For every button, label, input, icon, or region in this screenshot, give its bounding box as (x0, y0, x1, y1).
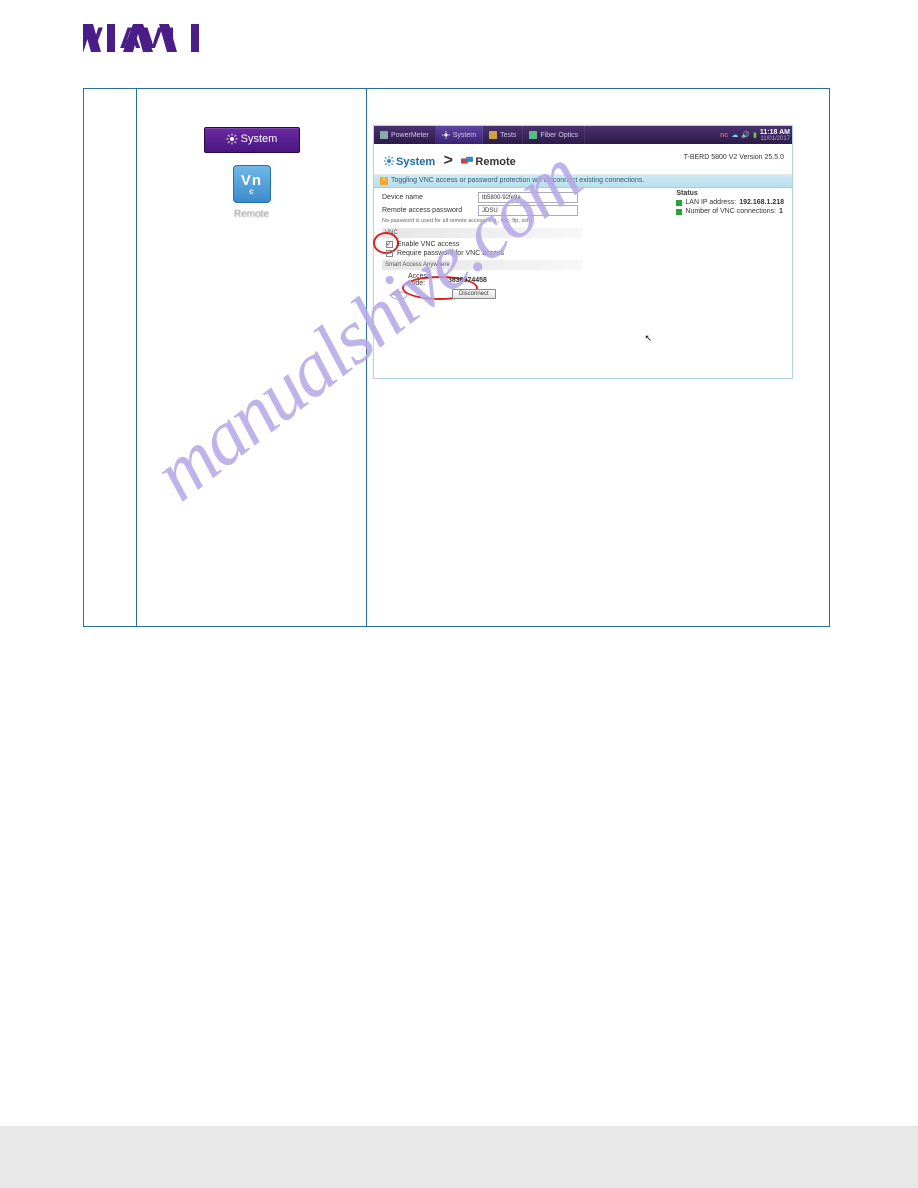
device-name-input[interactable]: tb5800-92fe9a (478, 192, 578, 203)
status-panel: Status LAN IP address: 192.168.1.218 Num… (676, 190, 784, 216)
app-bar: PowerMeter System Tests Fiber Optic (374, 126, 792, 144)
volume-icon: 🔊 (741, 131, 750, 139)
column-screenshot: PowerMeter System Tests Fiber Optic (367, 89, 830, 627)
status-ip-label: LAN IP address: (685, 198, 736, 207)
status-vnc-value: 1 (779, 207, 783, 216)
remote-password-input[interactable]: JDSU (478, 205, 578, 216)
tab-label: Fiber Optics (540, 132, 578, 139)
tests-icon (489, 131, 497, 139)
status-indicator-icon (676, 209, 682, 215)
tab-fiberoptics[interactable]: Fiber Optics (523, 126, 585, 144)
require-password-label: Require password for VNC access (397, 250, 504, 257)
remote-icon (461, 156, 473, 166)
enable-vnc-row[interactable]: Enable VNC access (382, 241, 784, 248)
cursor-icon: ↖ (644, 333, 652, 344)
tab-label: Tests (500, 132, 516, 139)
viavi-logo-text: VIAVI (83, 22, 179, 56)
meter-icon (380, 131, 388, 139)
disconnect-button[interactable]: Disconnect (452, 289, 496, 299)
clock: 11:18 AM 11/01/2017 (760, 129, 790, 142)
warning-text: Toggling VNC access or password protecti… (391, 177, 644, 184)
require-password-row[interactable]: Require password for VNC access (382, 250, 784, 257)
clock-date: 11/01/2017 (760, 136, 790, 142)
remote-password-label: Remote access password (382, 207, 478, 214)
main-panel: Status LAN IP address: 192.168.1.218 Num… (374, 188, 792, 378)
enable-vnc-checkbox[interactable] (386, 241, 393, 248)
status-header: Status (676, 190, 784, 197)
device-name-label: Device name (382, 194, 478, 201)
gear-icon (226, 133, 238, 145)
breadcrumb: System > Remote T-BERD 5800 V2 Version 2… (374, 144, 792, 175)
nc-icon: nc (720, 132, 728, 139)
tab-label: System (453, 132, 476, 139)
network-icon: ☁ (731, 131, 738, 139)
status-vnc-label: Number of VNC connections: (685, 207, 776, 216)
gear-icon (384, 156, 394, 166)
warning-icon: ! (380, 177, 388, 185)
crumb-system[interactable]: System (396, 156, 435, 168)
vnc-section-header: VNC (382, 228, 582, 238)
gear-icon (442, 131, 450, 139)
column-step (84, 89, 137, 627)
tab-label: PowerMeter (391, 132, 429, 139)
crumb-sep: > (440, 152, 457, 169)
password-note: No password is used for all remote acces… (382, 218, 784, 224)
page-footer (0, 1126, 918, 1188)
saa-section-header: Smart Access Anywhere (382, 260, 582, 270)
status-indicator-icon (676, 200, 682, 206)
cloud-icon (390, 287, 408, 301)
system-button-graphic: System (204, 127, 300, 153)
version-label: T-BERD 5800 V2 Version 25.5.0 (684, 154, 784, 161)
battery-icon: ▮ (753, 131, 757, 139)
crumb-remote: Remote (475, 156, 515, 168)
tab-powermeter[interactable]: PowerMeter (374, 126, 436, 144)
vnc-icon: Vn c (233, 165, 271, 203)
remote-label: Remote (137, 209, 366, 220)
system-button-label: System (241, 133, 278, 145)
warning-bar: !Toggling VNC access or password protect… (374, 175, 792, 188)
layout-table: System Vn c Remote PowerMeter (83, 88, 830, 627)
access-code-label: Access code: (408, 273, 448, 287)
tab-system[interactable]: System (436, 126, 483, 144)
clock-time: 11:18 AM (760, 129, 790, 136)
column-action: System Vn c Remote (137, 89, 367, 627)
tab-tests[interactable]: Tests (483, 126, 523, 144)
saa-section: Smart Access Anywhere Access code: 38389… (382, 260, 784, 299)
access-code-value: 3838974458 (448, 277, 487, 284)
fiber-icon (529, 131, 537, 139)
require-password-checkbox[interactable] (386, 250, 393, 257)
embedded-screenshot: PowerMeter System Tests Fiber Optic (373, 125, 793, 379)
status-ip-value: 192.168.1.218 (739, 198, 784, 207)
enable-vnc-label: Enable VNC access (397, 241, 459, 248)
